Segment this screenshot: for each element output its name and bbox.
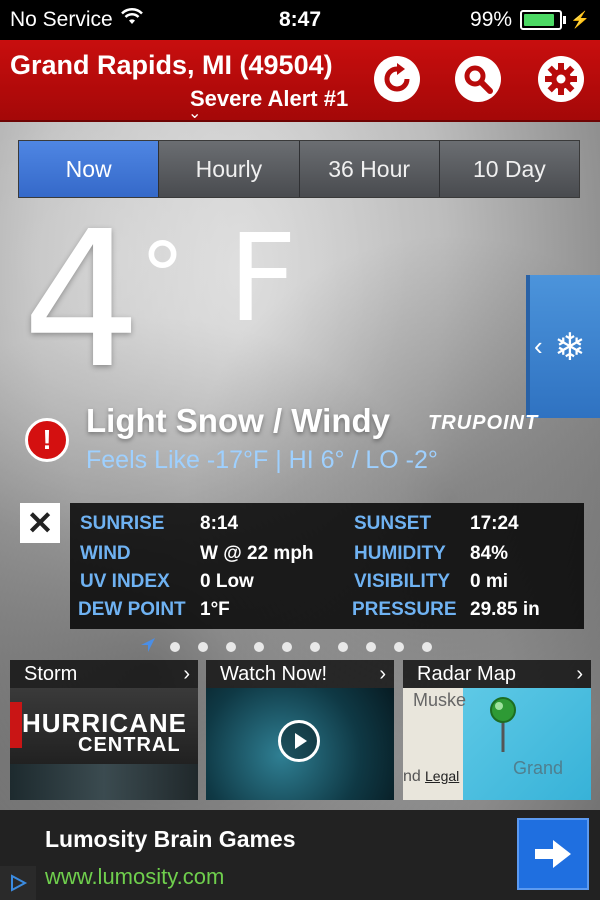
uv-index-label: UV INDEX	[80, 571, 170, 592]
page-dot[interactable]	[310, 642, 320, 652]
page-indicator[interactable]	[140, 637, 432, 657]
side-panel-tab[interactable]: ‹ ❄	[526, 275, 600, 418]
humidity-label: HUMIDITY	[354, 543, 446, 564]
page-dot[interactable]	[170, 642, 180, 652]
page-dot[interactable]	[282, 642, 292, 652]
play-triangle-icon[interactable]	[0, 866, 36, 900]
tile-title: Radar Map	[417, 662, 516, 685]
detail-row: WIND W @ 22 mph HUMIDITY 84%	[70, 543, 584, 571]
tile-title: Watch Now!	[220, 662, 328, 685]
battery-percent: 99%	[470, 8, 513, 31]
tile-header: Watch Now! ›	[206, 660, 394, 688]
settings-button[interactable]	[538, 56, 584, 102]
map-label: Muske	[413, 690, 467, 710]
location-arrow-icon	[140, 637, 155, 658]
pressure-value: 29.85 in	[470, 599, 540, 620]
severe-alert-link[interactable]: Severe Alert #1	[190, 86, 348, 112]
arrow-right-icon	[535, 840, 571, 868]
sunset-label: SUNSET	[354, 513, 432, 534]
detail-row: SUNRISE 8:14 SUNSET 17:24	[70, 513, 584, 541]
map-label: nd	[403, 768, 421, 785]
dew-point-value: 1°F	[200, 599, 230, 620]
wind-value: W @ 22 mph	[200, 543, 314, 564]
map-label: Grand	[513, 758, 564, 778]
radar-map-tile[interactable]: Radar Map › Muske Grand nd Legal	[403, 660, 591, 800]
visibility-label: VISIBILITY	[354, 571, 451, 592]
humidity-value: 84%	[470, 543, 509, 564]
page-dot[interactable]	[338, 642, 348, 652]
refresh-icon	[384, 63, 410, 92]
map-legal-link[interactable]: Legal	[425, 768, 459, 784]
refresh-button[interactable]	[374, 56, 420, 102]
detail-row: DEW POINT 1°F PRESSURE 29.85 in	[70, 599, 584, 627]
tile-header: Storm ›	[10, 660, 198, 688]
current-temperature: 4	[22, 191, 144, 410]
tab-now[interactable]: Now	[19, 141, 160, 197]
search-icon	[464, 65, 493, 94]
alert-icon[interactable]: !	[25, 418, 69, 462]
charging-icon: ⚡	[570, 12, 590, 29]
snowflake-icon: ❄	[554, 327, 586, 369]
chevron-left-icon: ‹	[534, 331, 543, 361]
dew-point-label: DEW POINT	[78, 599, 186, 620]
search-button[interactable]	[455, 56, 501, 102]
chevron-right-icon: ›	[183, 662, 190, 685]
page-dot[interactable]	[198, 642, 208, 652]
tile-header: Radar Map ›	[403, 660, 591, 688]
video-thumbnail	[206, 688, 394, 800]
ad-title[interactable]: Lumosity Brain Games	[45, 826, 296, 853]
uv-index-value: 0 Low	[200, 571, 254, 592]
ad-open-button[interactable]	[517, 818, 589, 890]
storm-tile[interactable]: Storm › HURRICANE CENTRAL	[10, 660, 198, 800]
degree-symbol: °	[140, 224, 185, 329]
battery-icon	[520, 10, 567, 30]
sunrise-label: SUNRISE	[80, 513, 165, 534]
page-dot[interactable]	[394, 642, 404, 652]
visibility-value: 0 mi	[470, 571, 509, 592]
trupoint-logo: TRUPOINT	[428, 412, 539, 434]
chevron-down-icon: ⌄	[188, 105, 202, 122]
feels-like-text: Feels Like -17°F | HI 6° / LO -2°	[86, 446, 438, 474]
thumbnail-subtitle: CENTRAL	[78, 734, 181, 756]
ad-url[interactable]: www.lumosity.com	[45, 864, 224, 890]
location-title[interactable]: Grand Rapids, MI (49504)	[10, 50, 333, 81]
tile-title: Storm	[24, 662, 78, 685]
forecast-tabs: Now Hourly 36 Hour 10 Day	[18, 140, 580, 198]
app-header: Grand Rapids, MI (49504) Severe Alert #1…	[0, 40, 600, 122]
close-details-button[interactable]: ✕	[20, 503, 60, 543]
chevron-right-icon: ›	[379, 662, 386, 685]
page-dot[interactable]	[422, 642, 432, 652]
page-dot[interactable]	[226, 642, 236, 652]
map-pin-icon	[483, 696, 523, 761]
ad-banner[interactable]: Lumosity Brain Games www.lumosity.com	[0, 810, 600, 900]
chevron-right-icon: ›	[576, 662, 583, 685]
play-icon[interactable]	[278, 720, 320, 762]
storm-thumbnail: HURRICANE CENTRAL	[10, 688, 198, 800]
tab-hourly[interactable]: Hourly	[159, 141, 300, 197]
page-dot[interactable]	[254, 642, 264, 652]
radar-map-thumbnail: Muske Grand nd Legal	[403, 688, 591, 800]
weather-details-panel: SUNRISE 8:14 SUNSET 17:24 WIND W @ 22 mp…	[70, 503, 584, 629]
tab-36-hour[interactable]: 36 Hour	[299, 141, 440, 197]
page-dot[interactable]	[366, 642, 376, 652]
condition-text: Light Snow / Windy	[86, 402, 390, 439]
detail-row: UV INDEX 0 Low VISIBILITY 0 mi	[70, 571, 584, 599]
sunset-value: 17:24	[470, 513, 519, 534]
gear-icon	[545, 63, 577, 95]
tab-10-day[interactable]: 10 Day	[439, 141, 579, 197]
watch-now-tile[interactable]: Watch Now! ›	[206, 660, 394, 800]
pressure-label: PRESSURE	[352, 599, 457, 620]
wind-label: WIND	[80, 543, 131, 564]
status-bar: No Service 8:47 99% ⚡	[0, 0, 600, 40]
sunrise-value: 8:14	[200, 513, 239, 534]
battery-fill	[524, 14, 554, 26]
temperature-unit: F	[228, 210, 298, 349]
